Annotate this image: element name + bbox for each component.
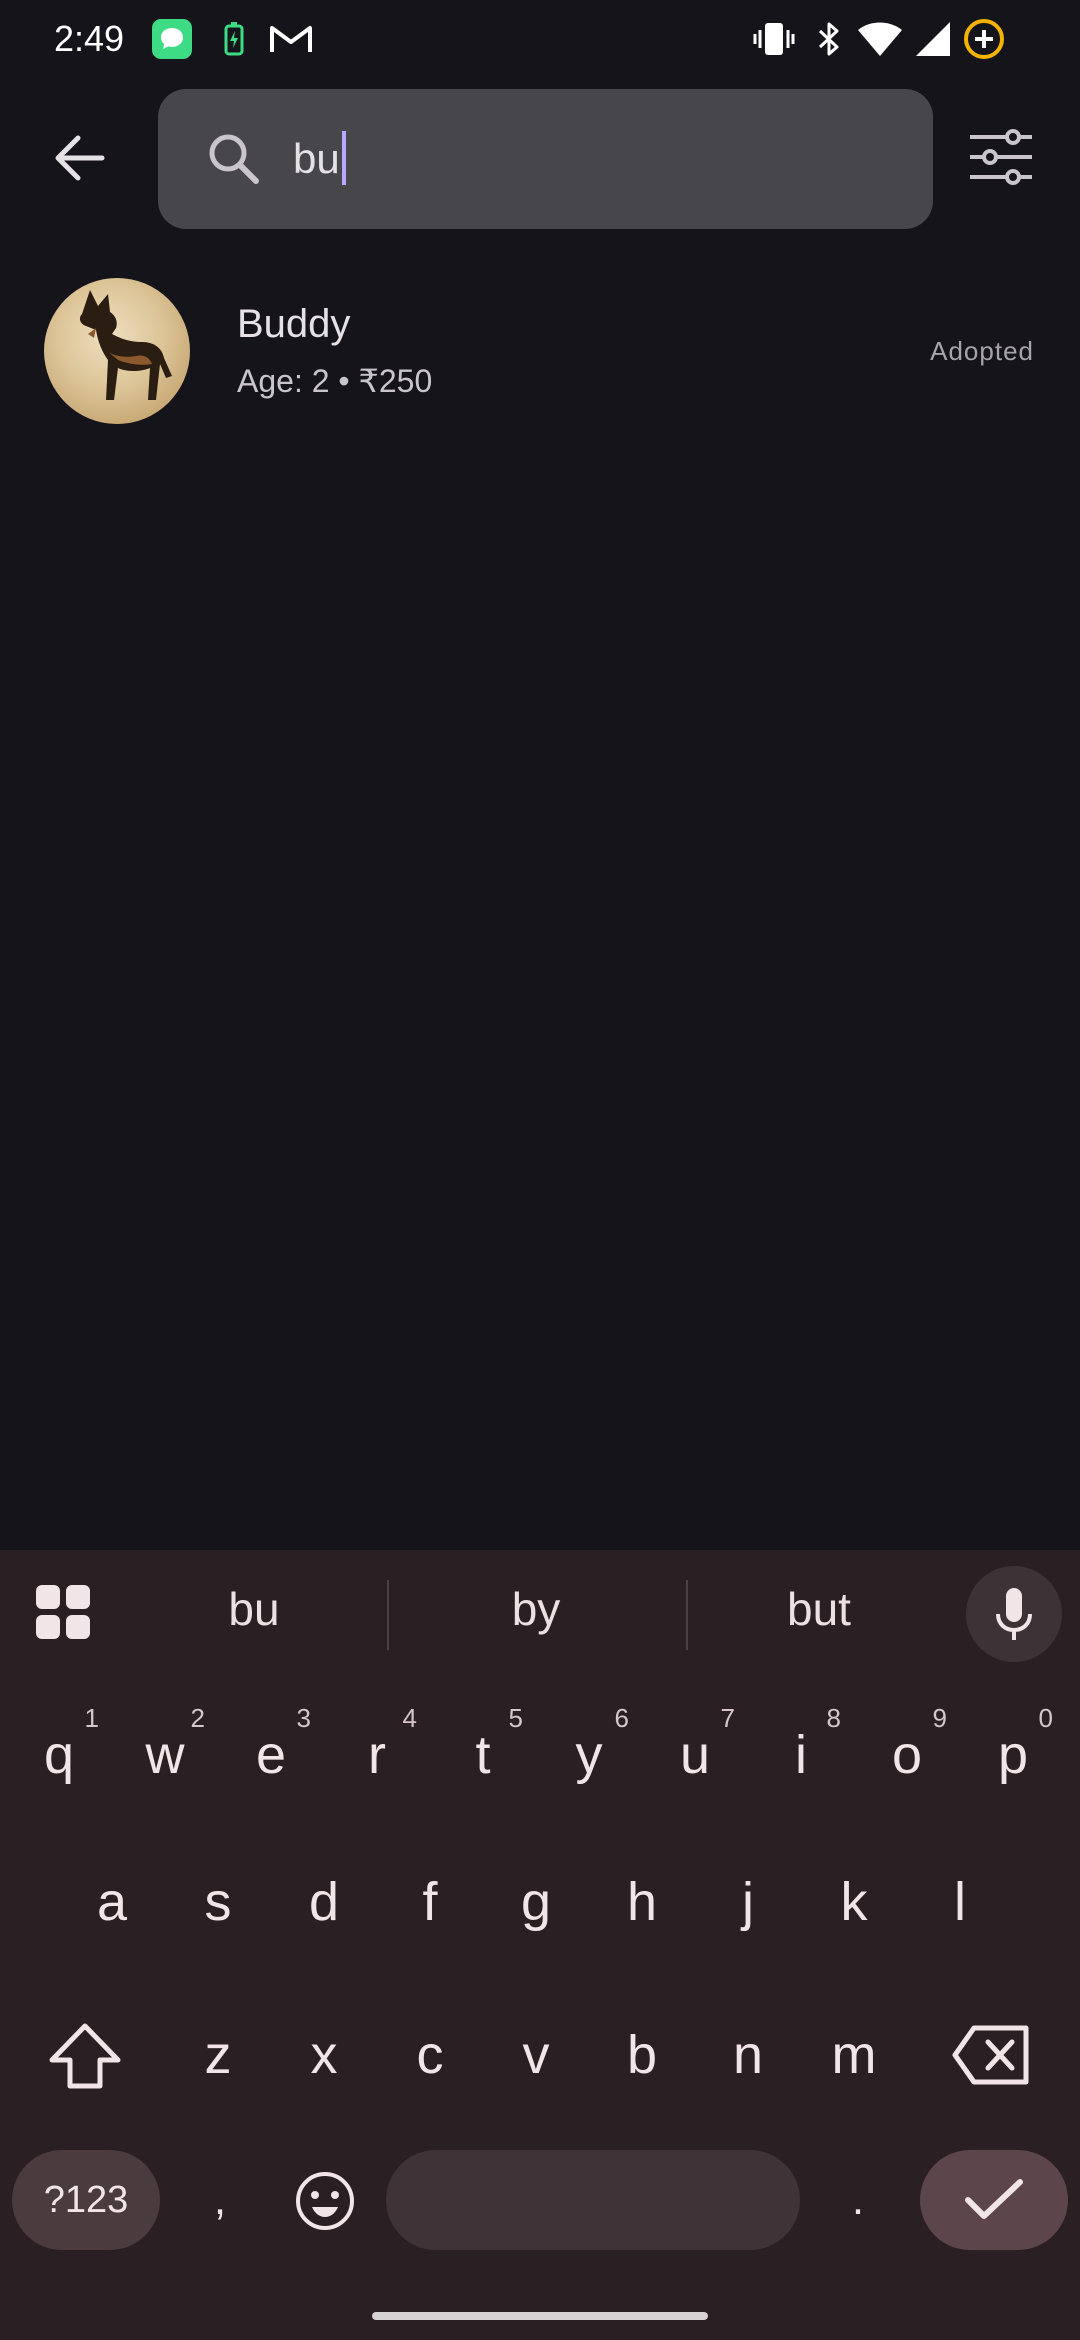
symbols-key[interactable]: ?123: [12, 2150, 160, 2250]
key-e[interactable]: e3: [223, 1695, 319, 1815]
key-j[interactable]: j: [700, 1842, 796, 1962]
key-s[interactable]: s: [170, 1842, 266, 1962]
key-h[interactable]: h: [594, 1842, 690, 1962]
battery-plus-icon: [964, 19, 1004, 59]
key-u[interactable]: u7: [647, 1695, 743, 1815]
home-indicator[interactable]: [372, 2312, 708, 2320]
key-v[interactable]: v: [488, 1995, 584, 2115]
wifi-icon: [858, 22, 902, 56]
german-shepherd-photo: [79, 290, 172, 400]
key-a[interactable]: a: [64, 1842, 160, 1962]
key-z[interactable]: z: [170, 1995, 266, 2115]
arrow-left-icon[interactable]: [50, 128, 110, 188]
key-q[interactable]: q1: [11, 1695, 107, 1815]
gmail-icon: [270, 26, 312, 52]
key-c[interactable]: c: [382, 1995, 478, 2115]
cellular-signal-icon: [916, 22, 950, 56]
search-query: bu: [293, 135, 340, 182]
key-k[interactable]: k: [806, 1842, 902, 1962]
key-g[interactable]: g: [488, 1842, 584, 1962]
key-period[interactable]: .: [810, 2140, 906, 2260]
voice-input-button[interactable]: [966, 1566, 1062, 1662]
suggestion-1[interactable]: bu: [134, 1582, 374, 1636]
key-y[interactable]: y6: [541, 1695, 637, 1815]
suggestion-divider: [387, 1580, 389, 1650]
adoption-status: Adopted: [930, 336, 1034, 366]
pet-list-item[interactable]: Buddy Age: 2 • ₹250 Adopted: [0, 270, 1080, 430]
bluetooth-icon: [818, 22, 839, 56]
search-input[interactable]: bu: [293, 130, 346, 189]
key-d[interactable]: d: [276, 1842, 372, 1962]
status-time: 2:49: [54, 18, 125, 59]
search-bar[interactable]: bu: [158, 89, 933, 229]
pet-age-price: Age: 2 • ₹250: [237, 363, 433, 399]
key-p[interactable]: p0: [965, 1695, 1061, 1815]
pet-avatar: [44, 278, 190, 424]
suggestion-divider: [686, 1580, 688, 1650]
search-icon: [209, 134, 259, 184]
done-button[interactable]: [920, 2150, 1068, 2250]
apps-grid-icon[interactable]: [34, 1583, 92, 1641]
key-b[interactable]: b: [594, 1995, 690, 2115]
key-n[interactable]: n: [700, 1995, 796, 2115]
suggestion-3[interactable]: but: [699, 1582, 939, 1636]
microphone-icon: [996, 1588, 1032, 1640]
tune-sliders-icon[interactable]: [968, 128, 1034, 186]
key-w[interactable]: w2: [117, 1695, 213, 1815]
key-comma[interactable]: ,: [172, 2140, 268, 2260]
key-m[interactable]: m: [806, 1995, 902, 2115]
key-t[interactable]: t5: [435, 1695, 531, 1815]
key-o[interactable]: o9: [859, 1695, 955, 1815]
vibrate-icon: [753, 23, 795, 55]
key-f[interactable]: f: [382, 1842, 478, 1962]
key-l[interactable]: l: [912, 1842, 1008, 1962]
key-i[interactable]: i8: [753, 1695, 849, 1815]
checkmark-icon: [965, 2179, 1023, 2219]
suggestion-2[interactable]: by: [416, 1582, 656, 1636]
messages-app-icon: [152, 19, 192, 59]
emoji-icon[interactable]: [294, 2170, 356, 2232]
shift-icon[interactable]: [40, 2020, 130, 2092]
status-bar: 2:49: [0, 0, 1080, 80]
space-bar[interactable]: [386, 2150, 800, 2250]
key-r[interactable]: r4: [329, 1695, 425, 1815]
text-caret: [341, 130, 346, 185]
battery-saver-icon: [224, 22, 244, 56]
backspace-icon[interactable]: [952, 2024, 1030, 2086]
suggestion-strip: bu by but: [0, 1550, 1080, 1675]
pet-name: Buddy: [237, 302, 351, 346]
key-x[interactable]: x: [276, 1995, 372, 2115]
